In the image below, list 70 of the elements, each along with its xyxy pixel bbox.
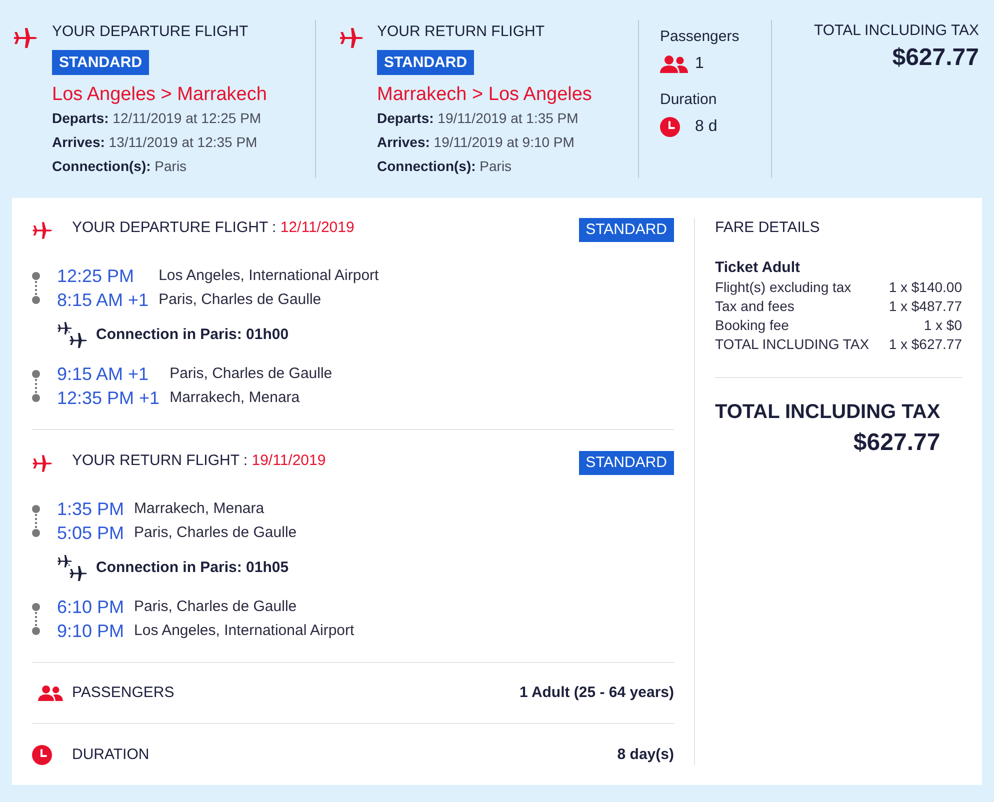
- connection-info: Connection in Paris: 01h00: [96, 325, 289, 345]
- ticket-title: Ticket Adult: [715, 258, 802, 278]
- departure-time: 5:05 PM: [57, 522, 124, 545]
- info-label: PASSENGERS: [72, 683, 174, 703]
- fare-class-badge: STANDARD: [578, 218, 674, 242]
- flight-detail: Connection(s): Paris: [377, 157, 512, 176]
- duration-value: 8 d: [695, 117, 718, 137]
- fare-label: Tax and fees: [715, 297, 794, 316]
- flight-heading: YOUR RETURN FLIGHT : 19/11/2019: [72, 451, 326, 471]
- airplane-icon: [12, 28, 38, 48]
- departure-time: 9:10 PM: [57, 620, 124, 643]
- people-icon: [660, 55, 688, 73]
- fare-amount: 1 x $627.77: [888, 335, 962, 354]
- fare-label: TOTAL INCLUDING TAX: [715, 335, 870, 354]
- airport-name: Paris, Charles de Gaulle: [134, 597, 298, 617]
- flight-detail: Departs: 19/11/2019 at 1:35 PM: [377, 109, 578, 128]
- total-amount: $627.77: [892, 43, 979, 73]
- departure-time: 1:35 PM: [57, 498, 124, 521]
- clock-icon: [32, 745, 52, 765]
- duration-label: Duration: [660, 90, 717, 110]
- flight-heading: YOUR DEPARTURE FLIGHT: [52, 22, 248, 42]
- airport-name: Paris, Charles de Gaulle: [134, 523, 297, 543]
- fare-class-badge: STANDARD: [578, 451, 674, 475]
- fare-amount: 1 x $0: [924, 316, 962, 335]
- connecting-planes-icon: [57, 555, 87, 581]
- info-value: 1 Adult (25 - 64 years): [519, 683, 674, 703]
- fare-class-badge: STANDARD: [52, 50, 150, 75]
- airport-name: Marrakech, Menara: [170, 388, 301, 408]
- passenger-count: 1: [695, 54, 704, 74]
- airport-name: Los Angeles, International Airport: [158, 266, 379, 286]
- fare-label: Flight(s) excluding tax: [715, 278, 852, 297]
- departure-time: 6:10 PM: [57, 596, 124, 619]
- timeline-icon: [32, 603, 40, 635]
- fare-amount: 1 x $487.77: [888, 297, 962, 316]
- departure-time: 12:35 PM +1: [57, 387, 160, 410]
- flight-detail: Arrives: 19/11/2019 at 9:10 PM: [377, 133, 574, 152]
- route-title: Marrakech > Los Angeles: [377, 84, 592, 106]
- fare-class-badge: STANDARD: [377, 50, 474, 75]
- people-icon: [38, 685, 63, 701]
- airport-name: Paris, Charles de Gaulle: [170, 364, 332, 384]
- info-label: DURATION: [72, 745, 150, 765]
- airplane-icon: [32, 455, 52, 472]
- flight-heading: YOUR RETURN FLIGHT: [377, 22, 545, 42]
- flight-detail: Connection(s): Paris: [52, 157, 187, 176]
- info-value: 8 day(s): [617, 745, 674, 765]
- flight-heading: YOUR DEPARTURE FLIGHT : 12/11/2019: [72, 218, 354, 238]
- fare-label: Booking fee: [715, 316, 789, 335]
- total-label: TOTAL INCLUDING TAX: [814, 21, 979, 41]
- airplane-icon: [338, 28, 364, 48]
- passengers-label: Passengers: [660, 27, 740, 47]
- timeline-icon: [32, 370, 40, 402]
- clock-icon: [660, 117, 680, 137]
- airplane-icon: [32, 222, 52, 239]
- airport-name: Paris, Charles de Gaulle: [158, 290, 322, 310]
- airport-name: Los Angeles, International Airport: [134, 621, 354, 641]
- connecting-planes-icon: [57, 322, 87, 348]
- airport-name: Marrakech, Menara: [134, 499, 266, 519]
- departure-time: 9:15 AM +1: [57, 363, 150, 386]
- departure-time: 12:25 PM: [57, 265, 136, 288]
- flight-detail: Departs: 12/11/2019 at 12:25 PM: [52, 109, 262, 128]
- timeline-icon: [32, 505, 40, 537]
- flight-detail: Arrives: 13/11/2019 at 12:35 PM: [52, 133, 258, 152]
- departure-time: 8:15 AM +1: [57, 289, 149, 312]
- route-title: Los Angeles > Marrakech: [52, 84, 267, 106]
- fare-details-title: FARE DETAILS: [715, 218, 821, 238]
- fare-amount: 1 x $140.00: [888, 278, 962, 297]
- connection-info: Connection in Paris: 01h05: [96, 558, 289, 578]
- total-amount: $627.77: [853, 428, 940, 458]
- timeline-icon: [32, 272, 40, 304]
- total-label: TOTAL INCLUDING TAX: [715, 400, 940, 425]
